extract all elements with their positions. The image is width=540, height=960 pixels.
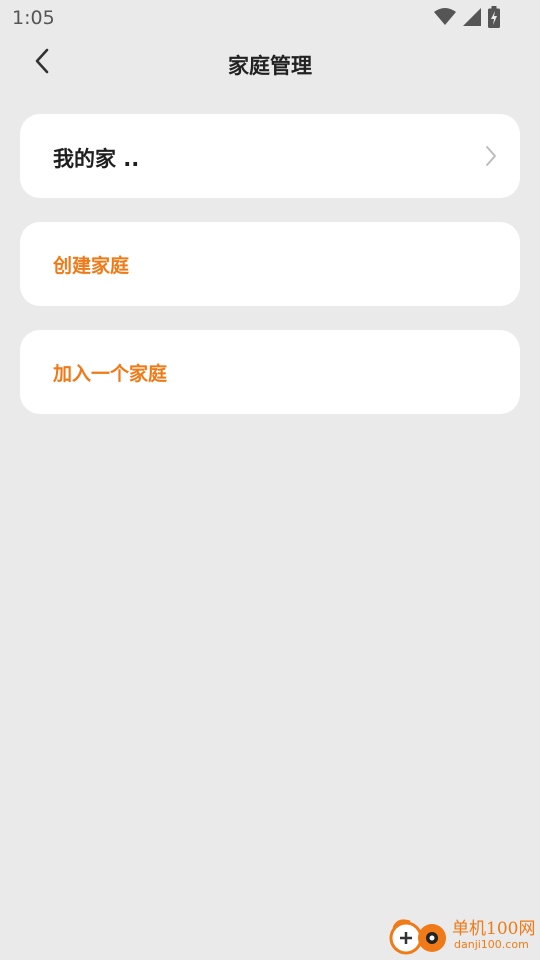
app-bar: 家庭管理 xyxy=(0,36,540,92)
screen: 1:05 家庭管理 我的家 .. 创建家庭 加入一个家庭 单机100网 danj… xyxy=(0,0,540,960)
chevron-right-icon xyxy=(484,145,498,167)
signal-icon xyxy=(462,7,482,31)
watermark-title: 单机100网 xyxy=(452,919,536,939)
join-home-label: 加入一个家庭 xyxy=(53,363,168,385)
wifi-icon xyxy=(434,8,456,30)
battery-charging-icon xyxy=(488,6,500,32)
my-home-label: 我的家 .. xyxy=(53,147,140,171)
watermark-logo-icon xyxy=(388,914,450,958)
create-home-label: 创建家庭 xyxy=(53,255,130,277)
status-bar: 1:05 xyxy=(0,0,540,36)
status-time: 1:05 xyxy=(12,7,55,29)
watermark: 单机100网 danji100.com xyxy=(388,914,538,958)
watermark-url: danji100.com xyxy=(454,938,529,951)
join-home-button[interactable]: 加入一个家庭 xyxy=(20,330,520,414)
status-icons xyxy=(434,6,500,32)
create-home-button[interactable]: 创建家庭 xyxy=(20,222,520,306)
page-title: 家庭管理 xyxy=(228,54,312,78)
my-home-item[interactable]: 我的家 .. xyxy=(20,114,520,198)
